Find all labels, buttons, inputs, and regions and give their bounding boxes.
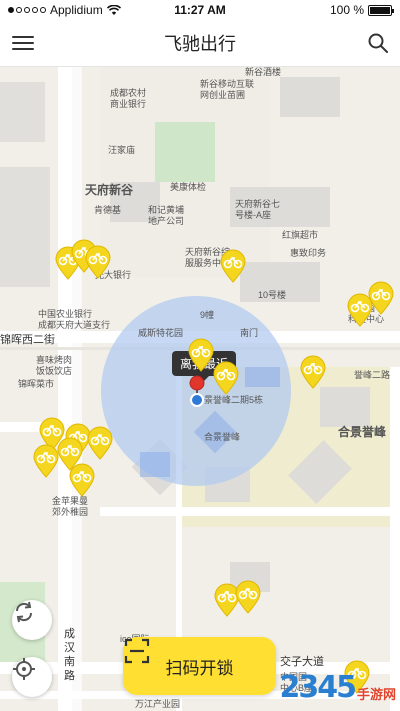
battery-percent: 100 % <box>329 3 364 17</box>
bike-marker-icon[interactable] <box>219 249 247 283</box>
carrier-group: Applidium <box>8 3 121 17</box>
watermark-logo: 2345 手游网 <box>279 670 396 705</box>
label-abc-bank: 中国农业银行 成都天府大道支行 <box>38 309 111 330</box>
label-bldg10: 10号楼 <box>258 290 287 300</box>
refresh-button[interactable] <box>12 600 52 640</box>
carrier-label: Applidium <box>50 3 103 17</box>
bike-marker-icon[interactable] <box>367 281 395 315</box>
search-icon[interactable] <box>366 31 390 55</box>
bike-marker-icon[interactable] <box>187 338 215 372</box>
label-wangjiamiao: 汪家庙 <box>108 145 136 155</box>
watermark-text: 手游网 <box>356 688 396 703</box>
label-hejing-building: 合景誉峰 <box>204 432 241 442</box>
label-weinate: 威斯特花园 <box>138 328 184 338</box>
bike-marker-icon[interactable] <box>234 580 262 614</box>
status-bar: Applidium 11:27 AM 100 % <box>0 0 400 20</box>
refresh-icon <box>15 601 33 623</box>
label-kfc: 肯德基 <box>94 205 122 215</box>
watermark-number: 2345 <box>279 670 356 705</box>
label-yufeng-road: 誉峰二路 <box>354 370 391 380</box>
bike-marker-icon[interactable] <box>84 245 112 279</box>
scan-unlock-label: 扫码开锁 <box>165 658 234 678</box>
bike-marker-icon[interactable] <box>212 361 240 395</box>
label-jinhui-market: 锦晖菜市 <box>18 379 55 389</box>
battery-group: 100 % <box>329 3 394 17</box>
bike-marker-icon[interactable] <box>86 426 114 460</box>
label-jinhui-west: 锦晖西二街 <box>0 334 55 346</box>
menu-icon[interactable] <box>12 32 34 54</box>
scan-icon <box>124 638 150 664</box>
nav-bar: 飞驰出行 <box>0 20 400 67</box>
page-title: 飞驰出行 <box>164 34 236 54</box>
label-meikang: 美康体检 <box>170 182 207 192</box>
label-jinpingguo: 金苹果曼 郊外稚园 <box>52 496 89 517</box>
label-jiaozi-ave: 交子大道 <box>280 656 324 668</box>
label-chenghan-south: 成 汉 南 路 <box>64 628 75 682</box>
locate-icon <box>13 658 35 680</box>
label-tianfu-new-valley: 天府新谷 <box>85 183 134 197</box>
label-huishu: 惠致印务 <box>290 248 327 258</box>
label-wanjiang: 万江产业园 <box>135 699 181 709</box>
label-hejing-area: 合景誉峰 <box>338 425 387 439</box>
label-chenglong: 喜味烤肉 饭饭饮店 <box>36 355 73 376</box>
locate-button[interactable] <box>12 657 52 697</box>
battery-icon <box>368 4 394 16</box>
wifi-icon <box>106 4 121 15</box>
label-bldg9: 9幢 <box>200 310 215 320</box>
bike-marker-icon[interactable] <box>299 355 327 389</box>
label-hejihuang: 和记黄埔 地产公司 <box>148 205 185 226</box>
label-south-gate: 南门 <box>240 328 259 338</box>
label-new-valley-wine: 新谷酒楼 <box>245 67 282 77</box>
bike-marker-icon[interactable] <box>68 463 96 497</box>
map-view[interactable]: 新谷酒楼 新谷移动互联 网创业苗圃 成都农村 商业银行 汪家庙 天府新谷 美康体… <box>0 67 400 711</box>
label-hongqi: 红旗超市 <box>282 230 319 240</box>
label-tianfu-7: 天府新谷七 号楼-A座 <box>235 199 281 220</box>
label-new-valley-mobile: 新谷移动互联 网创业苗圃 <box>200 79 255 100</box>
user-location-icon <box>190 393 204 407</box>
scan-unlock-button[interactable]: 扫码开锁 <box>123 637 276 695</box>
signal-icon <box>8 7 46 13</box>
label-chengdu-bank: 成都农村 商业银行 <box>110 88 147 109</box>
